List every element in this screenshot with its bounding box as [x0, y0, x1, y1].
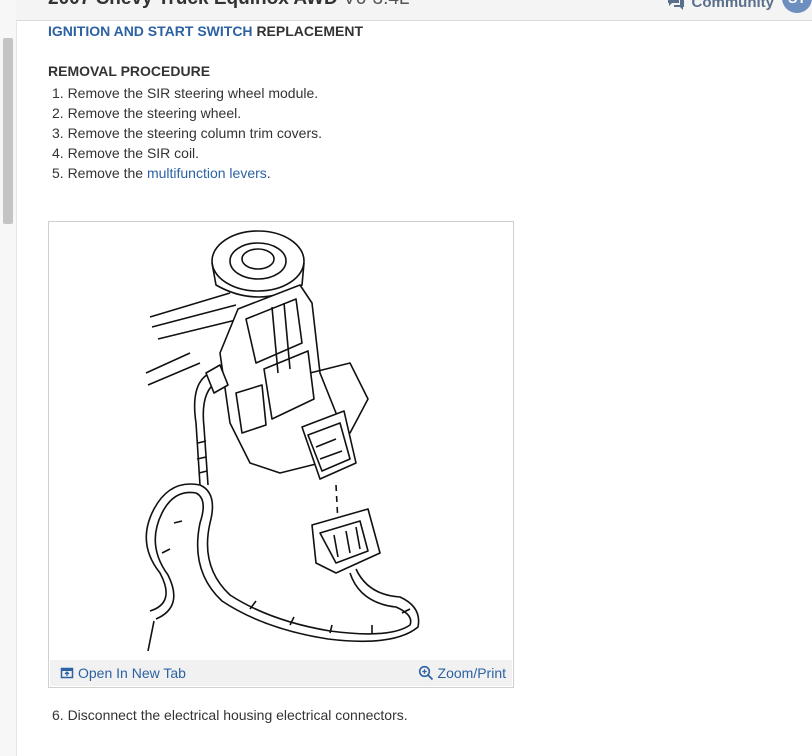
procedure-title-link[interactable]: IGNITION AND START SWITCH: [48, 23, 253, 39]
step-item: 6. Disconnect the electrical housing ele…: [52, 707, 408, 723]
zoom-print-button[interactable]: Zoom/Print: [408, 665, 512, 681]
left-scroll-rail[interactable]: [0, 0, 17, 756]
step-item: 5. Remove the multifunction levers.: [48, 163, 322, 183]
ignition-switch-illustration[interactable]: [50, 223, 512, 659]
multifunction-levers-link[interactable]: multifunction levers: [147, 165, 267, 181]
community-chat-icon: [667, 0, 684, 10]
step-item: 3. Remove the steering column trim cover…: [52, 125, 322, 141]
vehicle-title: 2007 Chevy Truck Equinox AWD V6-3.4L: [48, 0, 410, 10]
figure-toolbar: Open In New Tab Zoom/Print: [50, 660, 512, 686]
user-avatar[interactable]: ST: [782, 0, 812, 13]
step-item: 1. Remove the SIR steering wheel module.: [52, 85, 319, 101]
zoom-print-label[interactable]: Zoom/Print: [438, 665, 506, 681]
removal-heading: REMOVAL PROCEDURE: [48, 63, 211, 79]
procedure-figure: Open In New Tab Zoom/Print: [48, 221, 514, 688]
open-new-tab-label[interactable]: Open In New Tab: [78, 665, 186, 681]
procedure-title-rest: REPLACEMENT: [256, 23, 363, 39]
article-content: IGNITION AND START SWITCH REPLACEMENT RE…: [48, 22, 788, 723]
community-menu[interactable]: Community ST: [666, 0, 812, 16]
page-header: 2007 Chevy Truck Equinox AWD V6-3.4L Com…: [16, 0, 812, 21]
open-new-tab-button[interactable]: Open In New Tab: [50, 665, 192, 681]
engine-spec: V6-3.4L: [343, 0, 410, 9]
removal-steps: 1. Remove the SIR steering wheel module.…: [48, 83, 322, 183]
open-new-tab-icon: [60, 667, 74, 679]
scrollbar-thumb[interactable]: [3, 38, 13, 224]
zoom-icon: [418, 665, 433, 681]
step5-suffix: .: [266, 165, 271, 181]
step-item: 4. Remove the SIR coil.: [52, 145, 200, 161]
step5-prefix: 5. Remove the: [52, 165, 147, 181]
procedure-title: IGNITION AND START SWITCH REPLACEMENT: [48, 22, 788, 40]
step-item: 2. Remove the steering wheel.: [52, 105, 242, 121]
community-label[interactable]: Community: [692, 0, 775, 11]
vehicle-name: 2007 Chevy Truck Equinox AWD: [48, 0, 338, 9]
